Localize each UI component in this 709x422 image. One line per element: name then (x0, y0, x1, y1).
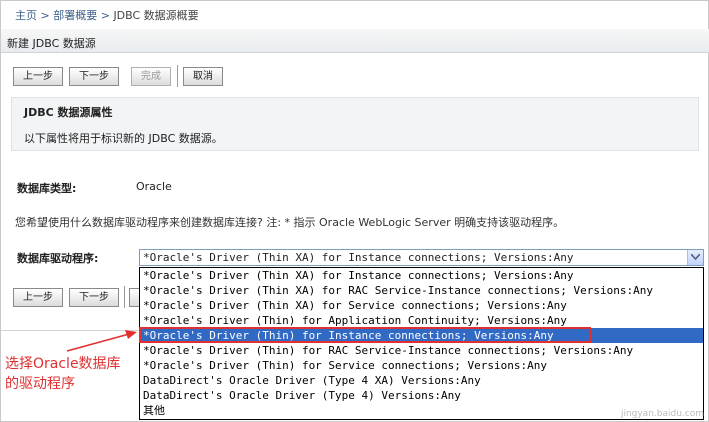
annotation-text: 选择Oracle数据库 的驱动程序 (5, 354, 121, 394)
annotation-line: 的驱动程序 (5, 376, 75, 392)
annotation-line: 选择Oracle数据库 (5, 356, 121, 372)
watermark: jingyan.baidu.com (620, 409, 704, 419)
window-frame: 主页 > 部署概要 > JDBC 数据源概要 新建 JDBC 数据源 上一步 下… (0, 0, 709, 422)
